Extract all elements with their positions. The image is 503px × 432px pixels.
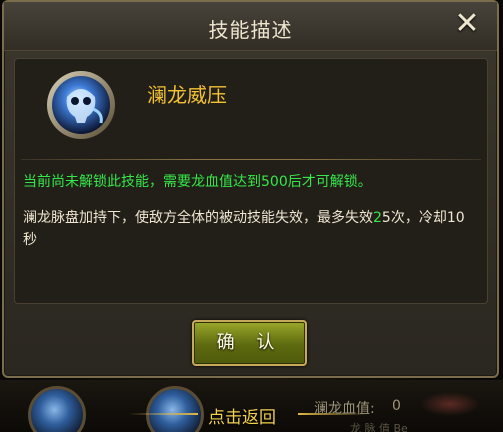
dragon-blood-value: 0 bbox=[392, 398, 401, 414]
skill-content-panel: 澜龙威压 当前尚未解锁此技能，需要龙血值达到500后才可解锁。 澜龙脉盘加持下，… bbox=[14, 58, 488, 304]
confirm-button[interactable]: 确 认 bbox=[192, 320, 307, 366]
skill-description-dialog: 技能描述 ✕ 澜龙威压 当前尚未解锁此技能，需要龙血值达到500后才可解锁。 澜… bbox=[2, 0, 499, 378]
game-screen: 技能描述 ✕ 澜龙威压 当前尚未解锁此技能，需要龙血值达到500后才可解锁。 澜… bbox=[0, 0, 503, 432]
blue-dragon-skull-icon bbox=[47, 71, 115, 139]
divider bbox=[128, 413, 198, 415]
faded-background-text: 龙 脉 值 Be bbox=[350, 422, 408, 432]
dialog-title: 技能描述 bbox=[208, 18, 293, 42]
decoration-icon bbox=[420, 392, 480, 416]
skill-description-part-1: 澜龙脉盘加持下，使敌方全体的被动技能失效，最多失效 bbox=[23, 210, 373, 226]
close-button[interactable]: ✕ bbox=[451, 8, 483, 40]
dragon-blood-label: 澜龙血值: bbox=[314, 401, 375, 417]
skill-description-number: 2 bbox=[373, 210, 382, 226]
dialog-title-bar: 技能描述 ✕ bbox=[4, 2, 497, 51]
skill-description: 澜龙脉盘加持下，使敌方全体的被动技能失效，最多失效25次，冷却10秒 bbox=[23, 207, 465, 251]
close-icon: ✕ bbox=[454, 6, 480, 41]
divider bbox=[21, 159, 481, 160]
unlock-requirement-text: 当前尚未解锁此技能，需要龙血值达到500后才可解锁。 bbox=[23, 174, 372, 190]
back-button[interactable]: 点击返回 bbox=[208, 403, 276, 428]
skill-name: 澜龙威压 bbox=[147, 83, 227, 107]
